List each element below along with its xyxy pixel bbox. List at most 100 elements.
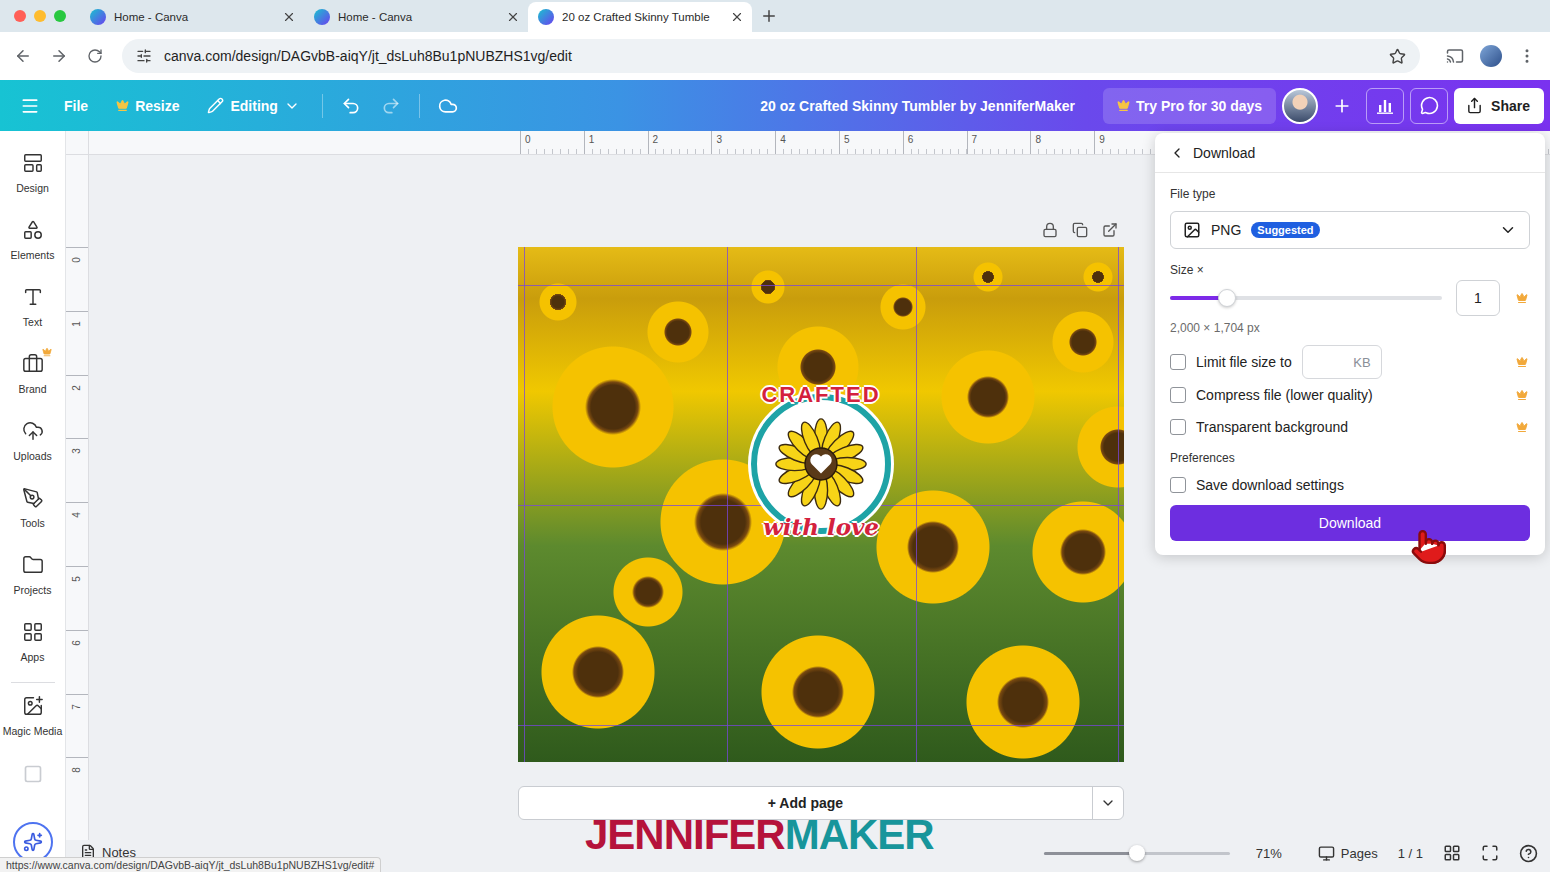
size-slider[interactable] [1170, 296, 1442, 300]
browser-tab[interactable]: 20 oz Crafted Skinny Tumble [528, 2, 752, 32]
forward-button[interactable] [44, 41, 74, 71]
close-tab-icon[interactable] [282, 10, 296, 24]
size-slider-thumb[interactable] [1218, 289, 1236, 307]
share-button[interactable]: Share [1454, 88, 1544, 124]
design-page[interactable]: CRAFTEDwith love [518, 247, 1124, 762]
sidebar-item[interactable]: Tools [0, 479, 66, 546]
address-field[interactable]: canva.com/design/DAGvbB-aiqY/jt_dsLuh8Bu… [122, 39, 1420, 73]
cast-button[interactable] [1440, 41, 1470, 71]
ruler-mark: 9 [1094, 131, 1158, 154]
resize-button[interactable]: Resize [104, 88, 191, 124]
checkbox[interactable] [1170, 419, 1186, 435]
zoom-slider[interactable] [1044, 852, 1230, 855]
text-icon [22, 286, 44, 308]
sidebar-item[interactable]: Projects [0, 546, 66, 613]
crown-icon [116, 99, 129, 112]
lock-icon[interactable] [1042, 222, 1058, 238]
ruler-mark: 5 [66, 566, 88, 630]
sidebar-item[interactable]: Uploads [0, 412, 66, 479]
chevron-down-icon [1499, 221, 1517, 239]
minimize-window-button[interactable] [34, 10, 46, 22]
watermark: JENNIFERMAKER [585, 814, 934, 856]
crafted-with-love-badge[interactable]: CRAFTEDwith love [741, 382, 901, 542]
window-controls [14, 10, 66, 22]
option-row[interactable]: Save download settings [1170, 469, 1530, 501]
hamburger-icon [20, 96, 40, 116]
undo-button[interactable] [333, 88, 369, 124]
badge-bottom-text: with love [763, 512, 879, 542]
kebab-icon [1518, 47, 1536, 65]
back-button[interactable] [8, 41, 38, 71]
close-window-button[interactable] [14, 10, 26, 22]
design-icon [22, 152, 44, 174]
option-row[interactable]: Limit file size toKB [1170, 345, 1530, 379]
pro-marker [1514, 356, 1530, 368]
grid-view-icon[interactable] [1443, 844, 1461, 862]
page-tools [518, 217, 1124, 243]
cloud-icon [438, 96, 458, 116]
comments-button[interactable] [1410, 88, 1448, 124]
invite-button[interactable] [1324, 88, 1360, 124]
watermark-part: JENNIFER [585, 814, 785, 856]
zoom-thumb[interactable] [1129, 845, 1145, 861]
canva-ai-button[interactable] [13, 822, 53, 862]
crown-icon [1117, 99, 1130, 112]
file-type-select[interactable]: PNGSuggested [1170, 211, 1530, 249]
save-status-button[interactable] [430, 88, 466, 124]
redo-button[interactable] [373, 88, 409, 124]
file-size-input[interactable]: KB [1302, 345, 1382, 379]
try-pro-button[interactable]: Try Pro for 30 days [1103, 88, 1276, 124]
reload-icon [87, 48, 103, 64]
close-tab-icon[interactable] [730, 10, 744, 24]
star-icon[interactable] [1389, 48, 1406, 65]
download-panel-header[interactable]: Download [1155, 133, 1545, 173]
reload-button[interactable] [80, 41, 110, 71]
sidebar-item[interactable]: Apps [0, 613, 66, 680]
add-page-icon[interactable] [1102, 222, 1118, 238]
zoom-window-button[interactable] [54, 10, 66, 22]
editing-mode-button[interactable]: Editing [195, 88, 311, 124]
ruler-mark: 7 [967, 131, 1031, 154]
option-row[interactable]: Transparent background [1170, 411, 1530, 443]
dimensions-text: 2,000 × 1,704 px [1170, 321, 1530, 335]
browser-tab[interactable]: Home - Canva [80, 2, 304, 32]
checkbox[interactable] [1170, 354, 1186, 370]
sidebar-item[interactable]: Text [0, 278, 66, 345]
duplicate-icon[interactable] [1072, 222, 1088, 238]
ruler-mark: 6 [903, 131, 967, 154]
size-input[interactable]: 1 [1456, 280, 1500, 316]
zoom-reading[interactable]: 71% [1256, 846, 1282, 861]
insights-button[interactable] [1366, 88, 1404, 124]
pages-button[interactable]: Pages [1318, 845, 1378, 862]
new-tab-button[interactable] [760, 7, 778, 25]
vertical-ruler: 012345678 [66, 155, 89, 840]
checkbox[interactable] [1170, 387, 1186, 403]
fullscreen-icon[interactable] [1481, 844, 1499, 862]
file-type-label: File type [1170, 187, 1530, 201]
option-row[interactable]: Compress file (lower quality) [1170, 379, 1530, 411]
panel-title: Download [1193, 145, 1255, 161]
user-avatar[interactable] [1282, 88, 1318, 124]
page-count: 1 / 1 [1398, 846, 1423, 861]
browser-tab[interactable]: Home - Canva [304, 2, 528, 32]
menu-button[interactable] [12, 88, 48, 124]
download-button[interactable]: Download [1170, 505, 1530, 541]
tab-label: Home - Canva [114, 11, 274, 23]
design-title[interactable]: 20 oz Crafted Skinny Tumbler by Jennifer… [760, 98, 1075, 114]
sidebar-item[interactable]: Magic Media [0, 687, 66, 754]
profile-button[interactable] [1476, 41, 1506, 71]
app-placeholder-icon [23, 764, 43, 784]
sidebar-item[interactable]: Design [0, 144, 66, 211]
back-icon[interactable] [1169, 145, 1185, 161]
more-apps-button[interactable] [23, 764, 43, 784]
help-icon[interactable] [1519, 844, 1538, 863]
file-menu[interactable]: File [52, 88, 100, 124]
add-page-dropdown[interactable] [1092, 787, 1123, 819]
site-info-icon[interactable] [136, 48, 152, 64]
checkbox[interactable] [1170, 477, 1186, 493]
sidebar-item[interactable]: Elements [0, 211, 66, 278]
close-tab-icon[interactable] [506, 10, 520, 24]
sidebar-item[interactable]: Brand [0, 345, 66, 412]
option-label: Compress file (lower quality) [1196, 387, 1373, 403]
browser-menu-button[interactable] [1512, 41, 1542, 71]
